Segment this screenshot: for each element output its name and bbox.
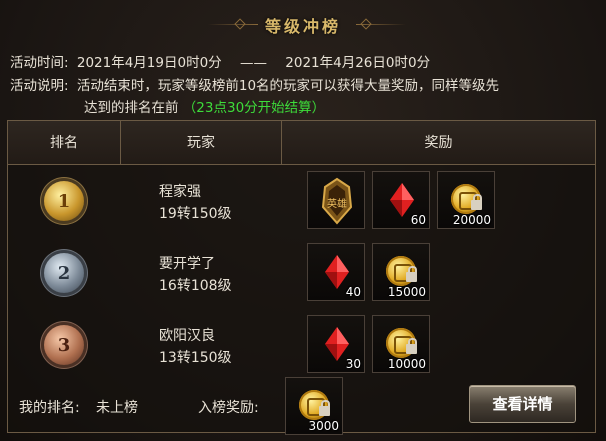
reward-slot[interactable]: 30 (307, 315, 365, 373)
reward-count: 40 (345, 285, 361, 299)
reward-slot[interactable]: 40 (307, 243, 365, 301)
reward-slot[interactable]: 20000 (437, 171, 495, 229)
activity-time: 活动时间: 2021年4月19日0时0分 —— 2021年4月26日0时0分 (10, 51, 430, 71)
entry-reward-slot[interactable]: 3000 (285, 377, 343, 435)
player-level: 16转108级 (159, 278, 232, 294)
header-player: 玩家 (187, 135, 215, 151)
activity-dash: —— (239, 55, 267, 71)
table-row: 3 欧阳汉良 13转150级 30 10000 (8, 313, 595, 387)
activity-end: 2021年4月26日0时0分 (285, 55, 431, 71)
hero-relic-icon: 英雄 (321, 177, 353, 225)
my-rank-value: 未上榜 (96, 400, 138, 416)
reward-count: 60 (410, 213, 426, 227)
header-rank: 排名 (50, 135, 78, 151)
activity-start: 2021年4月19日0时0分 (76, 55, 222, 71)
ranking-panel: 等级冲榜 活动时间: 2021年4月19日0时0分 —— 2021年4月26日0… (0, 0, 606, 441)
red-gem-icon (390, 183, 414, 217)
reward-slot[interactable]: 英雄 (307, 171, 365, 229)
red-gem-icon (325, 327, 349, 361)
player-name: 要开学了 (159, 256, 215, 272)
reward-slot[interactable]: 15000 (372, 243, 430, 301)
page-title: 等级冲榜 (264, 17, 341, 36)
player-level: 19转150级 (159, 206, 232, 222)
reward-slot[interactable]: 60 (372, 171, 430, 229)
reward-count: 10000 (387, 357, 426, 371)
activity-description-cont: 达到的排名在前 （23点30分开始结算） (84, 96, 325, 116)
title-bar: 等级冲榜 (0, 0, 606, 44)
settlement-time: （23点30分开始结算） (182, 100, 326, 116)
reward-count: 20000 (452, 213, 491, 227)
entry-reward-label: 入榜奖励: (198, 400, 259, 416)
activity-desc-line2: 达到的排名在前 (84, 100, 179, 116)
table-header: 排名 玩家 奖励 (8, 121, 595, 165)
activity-desc-line1: 活动结束时，玩家等级榜前10名的玩家可以获得大量奖励，同样等级先 (76, 78, 500, 94)
red-gem-icon (325, 255, 349, 289)
activity-desc-label: 活动说明: (10, 78, 69, 94)
my-rank-label: 我的排名: (19, 400, 80, 416)
lock-icon (471, 194, 482, 210)
player-name: 程家强 (159, 184, 201, 200)
reward-slot[interactable]: 10000 (372, 315, 430, 373)
activity-time-label: 活动时间: (10, 55, 69, 71)
reward-count: 3000 (308, 419, 339, 433)
activity-description: 活动说明: 活动结束时，玩家等级榜前10名的玩家可以获得大量奖励，同样等级先 (10, 74, 499, 94)
player-level: 13转150级 (159, 350, 232, 366)
svg-text:英雄: 英雄 (327, 197, 347, 210)
table-row: 1 程家强 19转150级 英雄 60 20000 (8, 169, 595, 243)
player-name: 欧阳汉良 (159, 328, 215, 344)
lock-icon (406, 266, 417, 282)
reward-count: 15000 (387, 285, 426, 299)
bronze-medal-icon: 3 (44, 325, 84, 365)
gold-medal-icon: 1 (44, 181, 84, 221)
lock-icon (319, 400, 330, 416)
reward-count: 30 (345, 357, 361, 371)
silver-medal-icon: 2 (44, 253, 84, 293)
table-row: 2 要开学了 16转108级 40 15000 (8, 241, 595, 315)
view-details-button[interactable]: 查看详情 (469, 385, 576, 423)
lock-icon (406, 338, 417, 354)
title-ornament-right (356, 24, 406, 25)
header-reward: 奖励 (424, 135, 453, 151)
